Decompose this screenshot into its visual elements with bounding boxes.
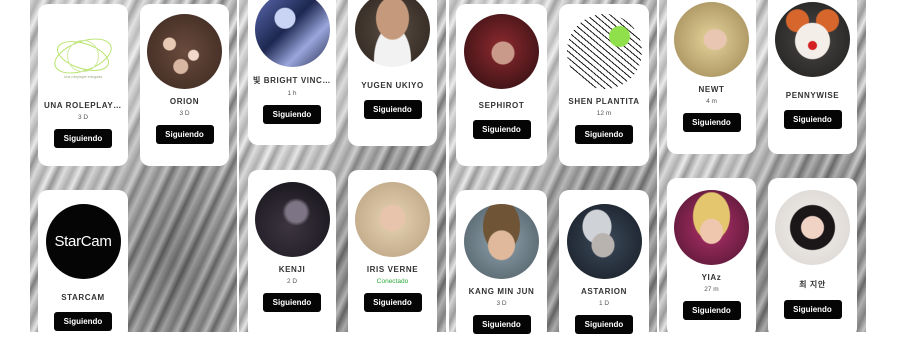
profile-name: ORION: [169, 97, 200, 106]
profile-name: ASTARION: [581, 287, 627, 296]
online-status: Conectado: [376, 278, 409, 285]
profile-card[interactable]: SEPHIROT Siguiendo: [456, 4, 547, 166]
profile-card[interactable]: ASTARION 1 D Siguiendo: [559, 190, 649, 340]
last-seen: 12 m: [596, 110, 612, 117]
profile-name: KANG MIN JUN: [468, 287, 535, 296]
profile-avatar[interactable]: [566, 14, 642, 89]
last-seen: 4 m: [706, 98, 717, 105]
last-seen: 3 D: [496, 300, 507, 307]
last-seen: 27 m: [704, 286, 719, 293]
profile-avatar[interactable]: [674, 190, 749, 265]
profile-card[interactable]: YIAz 27 m Siguiendo: [667, 178, 756, 338]
profile-card[interactable]: Una roleplayer enlugada UNA ROLEPLAYER .…: [38, 4, 128, 166]
profile-name: UNA ROLEPLAYER ...: [44, 101, 122, 110]
profile-avatar[interactable]: Una roleplayer enlugada: [45, 18, 121, 93]
profile-name: IRIS VERNE: [366, 265, 419, 274]
following-button[interactable]: Siguiendo: [263, 293, 321, 312]
last-seen: 1 D: [598, 300, 610, 307]
profile-name: PENNYWISE: [785, 91, 840, 100]
profile-avatar[interactable]: StarCam: [45, 204, 121, 279]
profile-avatar[interactable]: [254, 0, 330, 67]
following-button[interactable]: Siguiendo: [575, 315, 633, 334]
following-button[interactable]: Siguiendo: [54, 129, 112, 148]
profile-card[interactable]: NEWT 4 m Siguiendo: [667, 0, 756, 154]
logo-caption: Una roleplayer enlugada: [63, 75, 103, 79]
profile-card[interactable]: IRIS VERNE Conectado Siguiendo: [348, 170, 437, 340]
profile-card[interactable]: 빛 BRIGHT VINCENT 1 h Siguiendo: [248, 0, 336, 145]
last-seen: 3 D: [179, 110, 190, 117]
profile-avatar[interactable]: [147, 14, 222, 89]
profile-avatar[interactable]: [674, 2, 749, 77]
profile-card[interactable]: SHEN PLANTITA 12 m Siguiendo: [559, 4, 649, 166]
profile-avatar[interactable]: [464, 14, 539, 89]
starcam-logo: StarCam: [54, 233, 112, 250]
profile-name: SEPHIROT: [478, 101, 525, 110]
profile-avatar[interactable]: [464, 204, 539, 279]
profile-avatar[interactable]: [775, 2, 850, 77]
profile-card[interactable]: YUGEN UKIYO Siguiendo: [348, 0, 437, 146]
profile-name: SHEN PLANTITA: [568, 97, 640, 106]
following-button[interactable]: Siguiendo: [155, 125, 214, 144]
profile-avatar[interactable]: [566, 204, 642, 279]
last-seen: 2 D: [286, 278, 298, 285]
profile-avatar[interactable]: [775, 190, 850, 265]
following-button[interactable]: Siguiendo: [472, 120, 531, 139]
following-button[interactable]: Siguiendo: [263, 105, 321, 124]
following-button[interactable]: Siguiendo: [54, 312, 112, 331]
profile-avatar[interactable]: [254, 182, 330, 257]
profile-avatar[interactable]: [355, 182, 430, 257]
profile-name: KENJI: [278, 265, 306, 274]
following-button[interactable]: Siguiendo: [783, 300, 842, 319]
following-button[interactable]: Siguiendo: [575, 125, 633, 144]
following-button[interactable]: Siguiendo: [783, 110, 842, 129]
profile-name: 빛 BRIGHT VINCENT: [253, 76, 331, 85]
following-button[interactable]: Siguiendo: [363, 293, 422, 312]
profile-card[interactable]: ORION 3 D Siguiendo: [140, 4, 229, 166]
following-button[interactable]: Siguiendo: [682, 301, 741, 320]
profile-card[interactable]: KENJI 2 D Siguiendo: [248, 170, 336, 340]
last-seen: 3 D: [77, 114, 89, 121]
profile-card[interactable]: 최 지안 Siguiendo: [768, 178, 857, 338]
following-button[interactable]: Siguiendo: [363, 100, 422, 119]
profile-name: STARCAM: [61, 293, 105, 302]
profile-card[interactable]: KANG MIN JUN 3 D Siguiendo: [456, 190, 547, 340]
profile-name: 최 지안: [799, 280, 826, 289]
profile-card[interactable]: PENNYWISE Siguiendo: [768, 0, 857, 154]
last-seen: 1 h: [287, 90, 297, 97]
profile-avatar[interactable]: [355, 0, 430, 67]
profile-name: YUGEN UKIYO: [361, 81, 424, 90]
profile-name: NEWT: [698, 85, 725, 94]
following-button[interactable]: Siguiendo: [682, 113, 741, 132]
profile-name: YIAz: [701, 273, 722, 282]
following-button[interactable]: Siguiendo: [472, 315, 531, 334]
profile-card[interactable]: StarCam STARCAM Siguiendo: [38, 190, 128, 340]
